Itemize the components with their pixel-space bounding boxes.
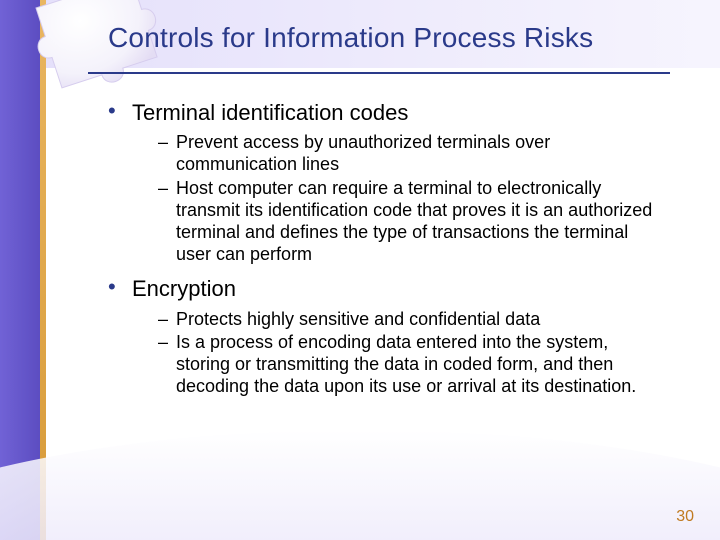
bullet-text: Encryption: [132, 276, 236, 301]
slide-title: Controls for Information Process Risks: [108, 22, 680, 54]
title-underline: [88, 72, 670, 74]
sub-bullet-item: Host computer can require a terminal to …: [158, 178, 660, 266]
page-number: 30: [676, 508, 694, 526]
sub-bullet-item: Is a process of encoding data entered in…: [158, 332, 660, 398]
slide-body: Terminal identification codes Prevent ac…: [108, 100, 660, 408]
bullet-text: Terminal identification codes: [132, 100, 408, 125]
slide: { "title": "Controls for Information Pro…: [0, 0, 720, 540]
bullet-item: Encryption Protects highly sensitive and…: [108, 276, 660, 398]
sub-bullet-item: Prevent access by unauthorized terminals…: [158, 132, 660, 176]
sub-bullet-item: Protects highly sensitive and confidenti…: [158, 309, 660, 331]
bullet-item: Terminal identification codes Prevent ac…: [108, 100, 660, 266]
